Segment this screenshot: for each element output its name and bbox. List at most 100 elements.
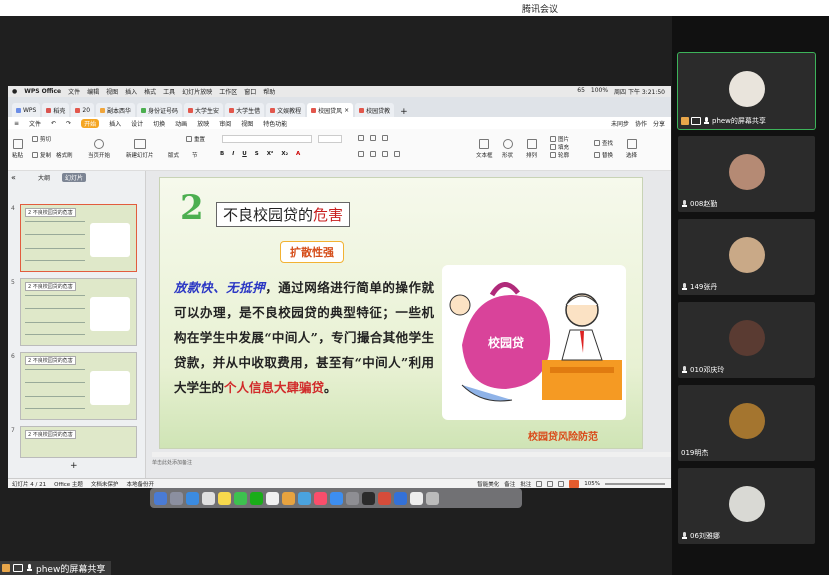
- image-button[interactable]: 图片: [550, 135, 569, 143]
- slide-thumbnail[interactable]: 4 2 不良校园贷的危害: [11, 204, 137, 272]
- slideshow-play-icon[interactable]: [569, 479, 580, 488]
- menu-item[interactable]: 文件: [68, 87, 80, 96]
- photos-icon[interactable]: [202, 491, 215, 505]
- add-slide-button[interactable]: +: [70, 461, 78, 471]
- terminal-icon[interactable]: [362, 491, 375, 505]
- settings-icon[interactable]: [346, 491, 359, 505]
- underline-icon[interactable]: U: [242, 151, 246, 157]
- appstore-icon[interactable]: [330, 491, 343, 505]
- participant-tile[interactable]: 149张丹: [678, 219, 815, 295]
- tab-review[interactable]: 审阅: [219, 119, 231, 128]
- menu-item[interactable]: 工作区: [219, 87, 237, 96]
- zoom-slider[interactable]: [605, 482, 665, 485]
- participant-tile[interactable]: 019明杰: [678, 385, 815, 461]
- file-menu[interactable]: 文件: [29, 119, 41, 128]
- tab-doc[interactable]: 文娱教程: [266, 103, 306, 117]
- reading-view-icon[interactable]: [558, 480, 565, 487]
- tab-transition[interactable]: 切换: [153, 119, 165, 128]
- shape-button[interactable]: 形状: [502, 139, 513, 159]
- menu-item[interactable]: 窗口: [244, 87, 256, 96]
- wechat-icon[interactable]: [234, 491, 247, 505]
- beautify-button[interactable]: 智能美化: [477, 480, 499, 488]
- align-right-icon[interactable]: [382, 151, 388, 157]
- replace-button[interactable]: 替换: [594, 151, 613, 159]
- slide-canvas[interactable]: 2 不良校园贷的危害 扩散性强 放款快、无抵押，通过网络进行简单的操作就可以办理…: [159, 177, 643, 449]
- notes-button[interactable]: 备注: [504, 480, 515, 488]
- subscript-icon[interactable]: X₂: [281, 151, 288, 157]
- hamburger-icon[interactable]: ≡: [14, 120, 19, 127]
- copy-button[interactable]: 复制: [32, 151, 51, 159]
- reset-button[interactable]: 重置: [186, 135, 205, 143]
- tab-doc[interactable]: 身份证号码: [137, 103, 183, 117]
- trash-icon[interactable]: [426, 491, 439, 505]
- messages-icon[interactable]: [250, 491, 263, 505]
- menu-item[interactable]: 幻灯片放映: [182, 87, 212, 96]
- textbox-button[interactable]: 文本框: [476, 139, 493, 159]
- calendar-icon[interactable]: [266, 491, 279, 505]
- strike-icon[interactable]: S: [255, 151, 259, 157]
- notes-app-icon[interactable]: [282, 491, 295, 505]
- redo-icon[interactable]: ↷: [66, 120, 71, 127]
- menu-item[interactable]: 帮助: [263, 87, 275, 96]
- horizontal-scrollbar[interactable]: [152, 452, 671, 457]
- arrange-button[interactable]: 排列: [526, 139, 537, 159]
- font-select[interactable]: [222, 135, 312, 143]
- maps-icon[interactable]: [298, 491, 311, 505]
- select-button[interactable]: 选择: [626, 139, 637, 159]
- apple-icon[interactable]: ●: [12, 88, 17, 95]
- participant-tile[interactable]: 008赵勤: [678, 136, 815, 212]
- justify-icon[interactable]: [394, 151, 400, 157]
- font-size-select[interactable]: [318, 135, 342, 143]
- normal-view-icon[interactable]: [536, 480, 543, 487]
- slide-thumbnail[interactable]: 5 2 不良校园贷的危害: [11, 278, 137, 346]
- superscript-icon[interactable]: X²: [267, 151, 274, 157]
- finder-icon[interactable]: [154, 491, 167, 505]
- find-button[interactable]: 查找: [594, 139, 613, 147]
- bold-icon[interactable]: B: [220, 151, 224, 157]
- number-list-icon[interactable]: [370, 135, 376, 141]
- bullet-list-icon[interactable]: [358, 135, 364, 141]
- tab-active-doc[interactable]: 校园贷风 ×: [307, 103, 354, 117]
- collapse-icon[interactable]: «: [11, 173, 16, 182]
- tab-daoke[interactable]: 稻壳: [42, 103, 70, 117]
- menu-item[interactable]: 插入: [125, 87, 137, 96]
- play-from-current-button[interactable]: 当页开始: [88, 139, 110, 159]
- participant-tile[interactable]: 06刘雅娜: [678, 468, 815, 544]
- protect-status[interactable]: 文档未保护: [91, 480, 119, 488]
- notes-placeholder[interactable]: 单击此处添加备注: [152, 459, 192, 466]
- format-painter-button[interactable]: 格式刷: [56, 151, 73, 159]
- wps-app-icon[interactable]: [378, 491, 391, 505]
- tencent-meeting-icon[interactable]: [394, 491, 407, 505]
- section-button[interactable]: 节: [192, 151, 198, 159]
- tab-slides[interactable]: 幻灯片: [62, 173, 87, 182]
- tab-doc[interactable]: 副本西华: [96, 103, 136, 117]
- new-slide-button[interactable]: 新建幻灯片: [126, 139, 154, 159]
- tab-insert[interactable]: 插入: [109, 119, 121, 128]
- tab-animation[interactable]: 动画: [175, 119, 187, 128]
- slide-thumbnail[interactable]: 7 2 不良校园贷的危害: [11, 426, 137, 458]
- outline-button[interactable]: 轮廓: [550, 151, 569, 159]
- align-left-icon[interactable]: [358, 151, 364, 157]
- safari-icon[interactable]: [186, 491, 199, 505]
- italic-icon[interactable]: I: [232, 151, 234, 157]
- undo-icon[interactable]: ↶: [51, 120, 56, 127]
- tab-doc[interactable]: 20: [71, 103, 95, 117]
- tab-doc[interactable]: 校园贷教: [355, 103, 395, 117]
- tab-doc[interactable]: 大学生借: [225, 103, 265, 117]
- tab-doc[interactable]: 大学生安: [184, 103, 224, 117]
- slide-thumbnail[interactable]: 6 2 不良校园贷的危害: [11, 352, 137, 420]
- music-icon[interactable]: [314, 491, 327, 505]
- grid-view-icon[interactable]: [547, 480, 554, 487]
- tab-features[interactable]: 特色功能: [263, 119, 287, 128]
- tab-outline[interactable]: 大纲: [38, 173, 50, 182]
- indent-icon[interactable]: [382, 135, 388, 141]
- participant-tile[interactable]: phew的屏幕共享: [677, 52, 816, 130]
- backup-status[interactable]: 本地备份开: [126, 480, 154, 488]
- qq-icon[interactable]: [218, 491, 231, 505]
- layout-button[interactable]: 版式: [168, 151, 179, 159]
- downloads-icon[interactable]: [410, 491, 423, 505]
- share-button[interactable]: 分享: [653, 119, 665, 128]
- launchpad-icon[interactable]: [170, 491, 183, 505]
- menu-item[interactable]: 格式: [144, 87, 156, 96]
- tab-slideshow[interactable]: 放映: [197, 119, 209, 128]
